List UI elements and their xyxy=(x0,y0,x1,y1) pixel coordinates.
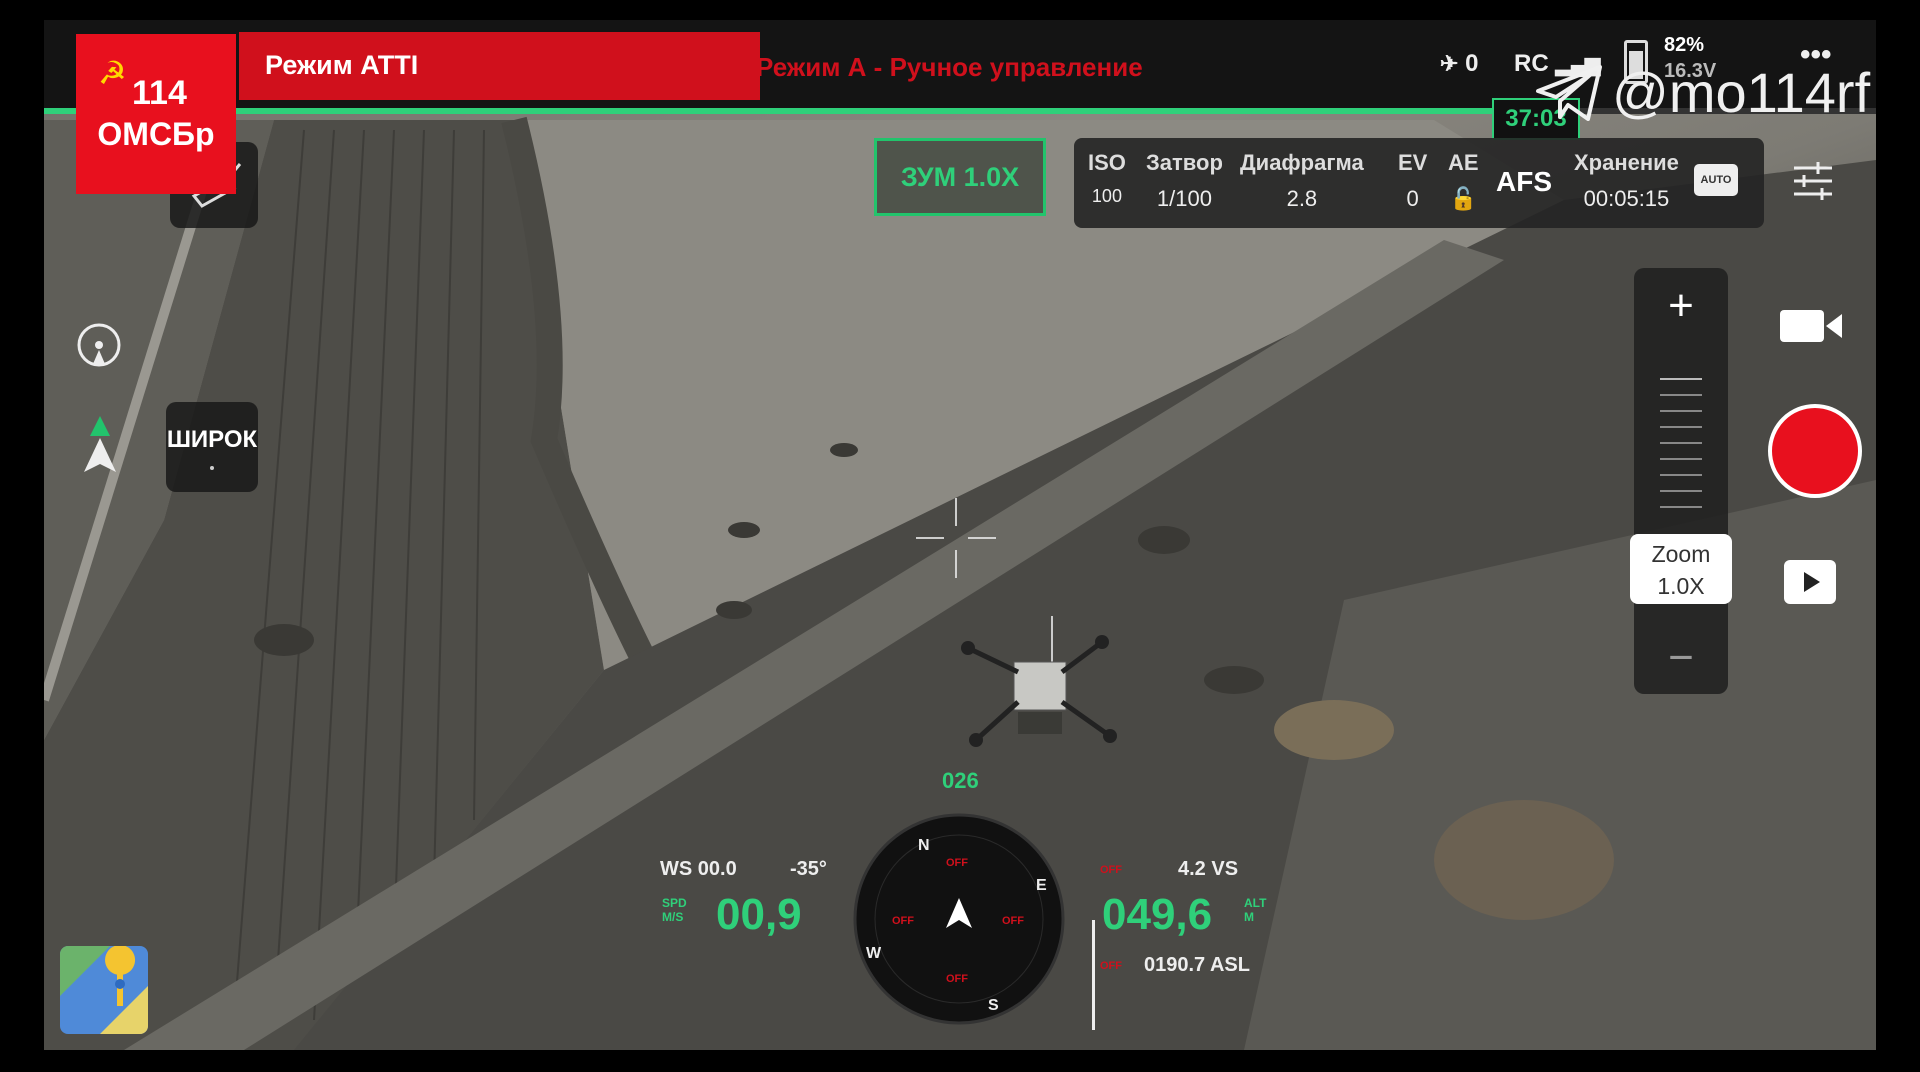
storage-value: 00:05:15 xyxy=(1583,186,1670,211)
storage-info[interactable]: Хранение 00:05:15 xyxy=(1574,150,1679,212)
satellite-icon: ✈ xyxy=(1440,51,1459,76)
battery-percent: 82% xyxy=(1664,34,1705,56)
flight-progress-bar xyxy=(44,108,1510,114)
wide-lens-label: ШИРОК xyxy=(166,426,258,453)
gimbal-angle: -35° xyxy=(790,858,827,880)
compass-off-top: OFF xyxy=(946,857,968,869)
flight-mode-label: Режим ATTI xyxy=(265,50,419,80)
compass-north: N xyxy=(918,837,930,854)
compass-off-right: OFF xyxy=(1002,915,1024,927)
altitude-unit-bottom: M xyxy=(1244,910,1254,924)
settings-sliders-icon[interactable] xyxy=(1788,156,1838,206)
unit-logo: ☭ 114 ОМСБр xyxy=(76,34,236,194)
speed-unit-bottom: M/S xyxy=(662,910,684,924)
video-mode-icon[interactable] xyxy=(1776,304,1846,348)
iso-setting[interactable]: ISO 100 xyxy=(1088,150,1126,207)
satellite-count: 0 xyxy=(1465,50,1479,77)
crosshair-icon xyxy=(916,498,996,578)
zoom-tick xyxy=(1660,378,1702,380)
compass-south: S xyxy=(988,997,999,1014)
channel-watermark: @mo114rf xyxy=(1534,60,1870,125)
satellite-status[interactable]: ✈ 0 xyxy=(1440,50,1478,78)
compass-off-left: OFF xyxy=(892,915,914,927)
zoom-label-text: Zoom xyxy=(1651,541,1711,567)
compass-dial: N E S W OFF OFF OFF OFF xyxy=(853,813,1065,1025)
wide-lens-button[interactable]: ШИРОК xyxy=(166,402,258,492)
heading-value: 026 xyxy=(942,768,979,793)
ae-label: AE xyxy=(1448,150,1479,175)
playback-button[interactable] xyxy=(1784,560,1836,604)
wide-lens-dot xyxy=(210,466,214,470)
shutter-setting[interactable]: Затвор 1/100 xyxy=(1146,150,1223,212)
vertical-speed: 4.2 VS xyxy=(1178,858,1239,880)
speed-unit: SPD M/S xyxy=(662,896,687,924)
unlock-icon: 🔓 xyxy=(1449,186,1477,211)
zoom-level-value: 1.0X xyxy=(1657,573,1705,599)
speed-unit-top: SPD xyxy=(662,896,687,910)
record-button[interactable] xyxy=(1768,404,1862,498)
altitude-unit-top: ALT xyxy=(1244,896,1267,910)
zoom-tick xyxy=(1660,474,1702,476)
logo-unit: ОМСБр xyxy=(97,116,215,152)
altitude-asl: 0190.7 ASL xyxy=(1144,954,1250,976)
zoom-in-button[interactable]: + xyxy=(1634,276,1728,336)
logo-number: 114 xyxy=(132,74,187,112)
altitude-scale-line xyxy=(1092,920,1095,1030)
zoom-level-handle[interactable]: Zoom 1.0X xyxy=(1630,534,1732,604)
hammer-sickle-icon: ☭ xyxy=(98,55,127,91)
zoom-tick xyxy=(1660,442,1702,444)
drone-in-view xyxy=(961,616,1117,747)
asl-off-indicator: OFF xyxy=(1100,960,1122,972)
compass-east: E xyxy=(1036,877,1047,894)
ev-value: 0 xyxy=(1406,186,1419,211)
camera-view: Режим ATTI Режим А - Ручное управление ✈… xyxy=(44,20,1876,1050)
zoom-slider[interactable]: + − xyxy=(1634,268,1728,694)
wind-speed: WS 00.0 xyxy=(660,858,737,880)
map-button[interactable] xyxy=(60,946,148,1034)
ev-label: EV xyxy=(1398,150,1428,175)
aperture-label: Диафрагма xyxy=(1240,150,1364,175)
zoom-tick xyxy=(1660,458,1702,460)
iso-value: 100 xyxy=(1091,186,1122,206)
zoom-tick xyxy=(1660,490,1702,492)
compass-west: W xyxy=(866,945,882,962)
compass-off-bottom: OFF xyxy=(946,973,968,985)
camera-auto-icon: AUTO xyxy=(1694,164,1738,196)
ae-lock[interactable]: AE 🔓 xyxy=(1448,150,1479,212)
zoom-indicator: ЗУМ 1.0X xyxy=(874,138,1046,216)
horizontal-speed: 00,9 xyxy=(716,890,802,939)
watermark-handle: @mo114rf xyxy=(1612,61,1871,124)
storage-label: Хранение xyxy=(1574,150,1679,175)
zoom-tick xyxy=(1660,426,1702,428)
shutter-value: 1/100 xyxy=(1156,186,1212,211)
altitude: 049,6 xyxy=(1102,890,1213,939)
flight-mode-description: Режим А - Ручное управление xyxy=(756,52,1143,82)
map-icon xyxy=(60,946,148,1034)
shutter-label: Затвор xyxy=(1146,150,1223,175)
flight-mode-button[interactable]: Режим ATTI xyxy=(239,32,760,100)
zoom-tick xyxy=(1660,394,1702,396)
zoom-tick xyxy=(1660,410,1702,412)
zoom-out-button[interactable]: − xyxy=(1634,628,1728,688)
zoom-tick xyxy=(1660,506,1702,508)
altitude-unit: ALT M xyxy=(1244,896,1266,924)
iso-label: ISO xyxy=(1088,150,1126,175)
camera-settings-panel[interactable]: ISO 100 Затвор 1/100 Диафрагма 2.8 EV 0 … xyxy=(1074,138,1764,228)
location-target-icon[interactable] xyxy=(74,320,124,370)
aperture-value: 2.8 xyxy=(1286,186,1318,211)
ev-setting[interactable]: EV 0 xyxy=(1398,150,1427,212)
home-point-icon[interactable] xyxy=(70,410,130,480)
alt-off-indicator: OFF xyxy=(1100,864,1122,876)
aperture-setting[interactable]: Диафрагма 2.8 xyxy=(1240,150,1364,212)
focus-mode[interactable]: AFS xyxy=(1496,166,1552,198)
telegram-icon xyxy=(1536,64,1602,121)
